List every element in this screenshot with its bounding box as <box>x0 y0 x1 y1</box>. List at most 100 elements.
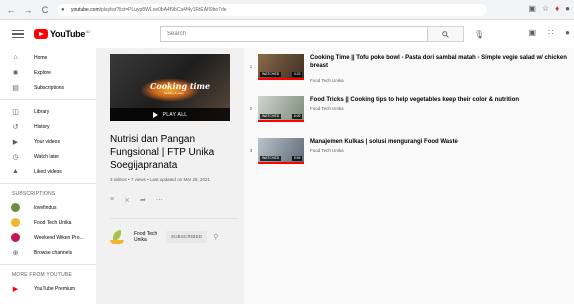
lock-icon: ● <box>61 6 65 13</box>
playlist-divider <box>110 218 238 219</box>
sidebar-item-label: History <box>34 123 50 130</box>
microphone-icon[interactable]: 🎙 <box>474 30 484 39</box>
video-index: 3 <box>249 148 253 153</box>
logo-country: ID <box>86 28 91 34</box>
video-title[interactable]: Food Tricks || Cooking tips to help vege… <box>310 96 572 104</box>
playlist-owner: Food Tech Unika SUBSCRIBED ⚲ <box>110 225 238 249</box>
playlist-stats: 3 videos • 7 views • Last updated on Mar… <box>110 177 210 182</box>
library-icon: ◫ <box>12 108 19 116</box>
create-video-icon[interactable]: ▣ <box>529 28 537 37</box>
video-duration: 4:23 <box>292 72 302 77</box>
thumbnail-title: Cooking time <box>150 81 211 91</box>
sidebar-item-label: Browse channels <box>34 249 73 256</box>
address-bar[interactable]: ● youtube.com/playlist?list=PLuyp8WLoe0b… <box>57 3 487 16</box>
youtube-logo[interactable]: YouTube ID <box>34 29 90 39</box>
guide-sidebar: ⌂ Home ✺ Explore ▤ Subscriptions ◫ Libra… <box>0 48 96 304</box>
sidebar-item-label: Explore <box>34 69 51 76</box>
video-thumbnail[interactable]: WATCHED 4:23 <box>258 54 304 80</box>
watch-progress-bar <box>258 120 304 122</box>
channel-logo[interactable] <box>110 228 124 246</box>
sidebar-channel-weekend-wiken[interactable]: Weekend Wiken Pro... <box>0 230 96 245</box>
video-index: 2 <box>249 106 253 111</box>
notifications-icon[interactable]: ● <box>565 28 570 37</box>
playlist-video-list: 1 WATCHED 4:23 Cooking Time || Tofu poke… <box>244 48 574 304</box>
sidebar-item-label: Weekend Wiken Pro... <box>34 234 84 241</box>
video-duration: 6:09 <box>292 114 302 119</box>
sidebar-item-library[interactable]: ◫ Library <box>0 104 96 119</box>
hamburger-menu-icon[interactable] <box>12 28 24 40</box>
add-to-queue-icon[interactable]: ≡ <box>110 196 114 204</box>
sidebar-divider <box>0 99 96 100</box>
channel-avatar <box>11 233 20 242</box>
sidebar-item-your-videos[interactable]: ▶ Your videos <box>0 134 96 149</box>
back-button[interactable]: ← <box>5 4 17 16</box>
watch-progress-bar <box>258 78 304 80</box>
video-thumbnail[interactable]: WATCHED 6:09 <box>258 96 304 122</box>
profile-icon[interactable]: ● <box>565 4 570 13</box>
video-channel[interactable]: Food Tech Unika <box>310 148 344 153</box>
youtube-icon: ▶ <box>12 285 19 293</box>
search-button[interactable] <box>428 26 464 42</box>
watched-badge: WATCHED <box>260 114 282 119</box>
url-host: youtube.com <box>71 6 100 13</box>
add-circle-icon: ⊕ <box>12 249 19 257</box>
extension-icon[interactable]: ♦ <box>555 4 559 13</box>
playlist-video-row[interactable]: 1 WATCHED 4:23 Cooking Time || Tofu poke… <box>244 52 574 83</box>
sidebar-item-subscriptions[interactable]: ▤ Subscriptions <box>0 80 96 95</box>
sidebar-item-browse-channels[interactable]: ⊕ Browse channels <box>0 245 96 260</box>
sidebar-item-label: Liked videos <box>34 168 62 175</box>
video-index: 1 <box>249 64 253 69</box>
more-from-youtube-heading: MORE FROM YOUTUBE <box>12 272 72 278</box>
masthead: YouTube ID 🎙 ▣ ∷ ● <box>0 20 574 48</box>
channel-avatar <box>11 203 20 212</box>
search-bar: 🎙 <box>160 26 484 42</box>
more-options-icon[interactable]: ⋯ <box>156 196 163 204</box>
like-icon: ▲ <box>12 168 19 175</box>
play-all-button[interactable]: PLAY ALL <box>110 108 230 121</box>
sidebar-item-explore[interactable]: ✺ Explore <box>0 65 96 80</box>
watched-badge: WATCHED <box>260 156 282 161</box>
sidebar-item-liked-videos[interactable]: ▲ Liked videos <box>0 164 96 179</box>
video-channel[interactable]: Food Tech Unika <box>310 106 344 111</box>
sidebar-divider <box>0 183 96 184</box>
video-title[interactable]: Manajemen Kulkas | solusi mengurangi Foo… <box>310 138 572 146</box>
browser-actions: ▣ ☆ ♦ ● <box>528 4 570 13</box>
sidebar-item-watch-later[interactable]: ◷ Watch later <box>0 149 96 164</box>
sidebar-item-label: YouTube Premium <box>34 285 76 292</box>
sidebar-item-history[interactable]: ↺ History <box>0 119 96 134</box>
watch-progress-bar <box>258 162 304 164</box>
playlist-title: Nutrisi dan Pangan Fungsional | FTP Unik… <box>110 134 215 171</box>
sidebar-item-home[interactable]: ⌂ Home <box>0 50 96 65</box>
shuffle-icon[interactable]: ⨯ <box>124 196 130 204</box>
video-thumbnail[interactable]: WATCHED 5:59 <box>258 138 304 164</box>
bell-icon[interactable]: ⚲ <box>213 233 218 241</box>
sidebar-item-label: lovefindus <box>34 204 57 211</box>
sidebar-item-label: Home <box>34 54 48 61</box>
playlist-thumbnail[interactable]: Cooking time healthy & easy PLAY ALL <box>110 54 230 121</box>
sidebar-item-label: Watch later <box>34 153 60 160</box>
share-icon[interactable]: ➦ <box>140 196 146 204</box>
reload-button[interactable]: C <box>39 4 51 16</box>
search-input[interactable] <box>160 26 428 42</box>
sidebar-item-youtube-premium[interactable]: ▶ YouTube Premium <box>0 281 96 296</box>
star-icon[interactable]: ☆ <box>542 4 549 13</box>
sidebar-channel-food-tech-unika[interactable]: Food Tech Unika <box>0 215 96 230</box>
subscribed-button[interactable]: SUBSCRIBED <box>166 231 208 243</box>
forward-button[interactable]: → <box>22 4 34 16</box>
search-icon <box>442 30 449 38</box>
logo-text: YouTube <box>50 29 86 39</box>
video-channel[interactable]: Food Tech Unika <box>310 78 344 83</box>
watched-badge: WATCHED <box>260 72 282 77</box>
thumbnail-subtitle: healthy & easy <box>164 91 184 95</box>
owner-name[interactable]: Food Tech Unika <box>134 231 160 243</box>
playlist-video-row[interactable]: 3 WATCHED 5:59 Manajemen Kulkas | solusi… <box>244 136 574 166</box>
playlist-sidebar: Cooking time healthy & easy PLAY ALL Nut… <box>96 48 244 304</box>
playlist-video-row[interactable]: 2 WATCHED 6:09 Food Tricks || Cooking ti… <box>244 94 574 124</box>
apps-grid-icon[interactable]: ∷ <box>548 28 553 37</box>
playlist-actions: ≡ ⨯ ➦ ⋯ <box>110 196 163 204</box>
sidebar-channel-lovefindus[interactable]: lovefindus <box>0 200 96 215</box>
video-title[interactable]: Cooking Time || Tofu poke bowl - Pasta d… <box>310 54 572 70</box>
header-actions: ▣ ∷ ● <box>529 28 571 37</box>
watch-later-icon: ◷ <box>12 153 19 161</box>
translate-icon[interactable]: ▣ <box>528 4 536 13</box>
